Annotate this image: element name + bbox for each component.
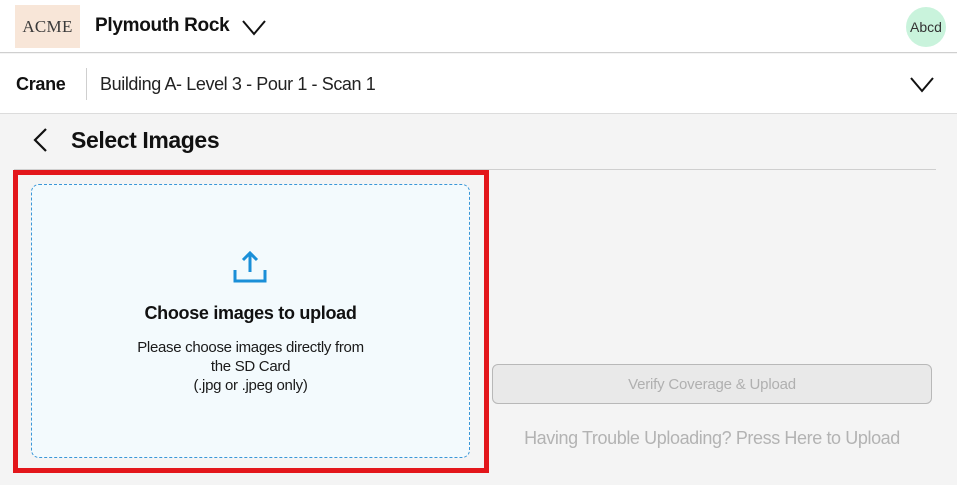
upload-help-link[interactable]: Having Trouble Uploading? Press Here to … [492, 428, 932, 449]
upload-icon[interactable] [231, 250, 269, 284]
project-name[interactable]: Plymouth Rock [95, 15, 230, 37]
chevron-down-icon[interactable] [908, 71, 936, 97]
dropzone-description-line: (.jpg or .jpeg only) [193, 377, 308, 394]
dropzone-description-line: Please choose images directly from [137, 339, 364, 356]
dropzone-description-line: the SD Card [210, 358, 291, 375]
company-logo: ACME [15, 5, 80, 48]
dropzone-title: Choose images to upload [144, 303, 357, 323]
dropzone-description: Please choose images directly from the S… [31, 338, 470, 395]
avatar[interactable]: Abcd [906, 7, 946, 47]
divider [86, 68, 87, 100]
scan-path[interactable]: Building A- Level 3 - Pour 1 - Scan 1 [100, 74, 376, 95]
scan-selector-bar[interactable]: Crane Building A- Level 3 - Pour 1 - Sca… [0, 54, 957, 114]
chevron-left-icon[interactable] [30, 126, 52, 154]
page-title: Select Images [71, 127, 220, 153]
chevron-down-icon[interactable] [240, 14, 268, 40]
equipment-label: Crane [16, 74, 66, 94]
top-bar: ACME Plymouth Rock Abcd [0, 0, 957, 53]
verify-coverage-upload-button[interactable]: Verify Coverage & Upload [492, 364, 932, 404]
